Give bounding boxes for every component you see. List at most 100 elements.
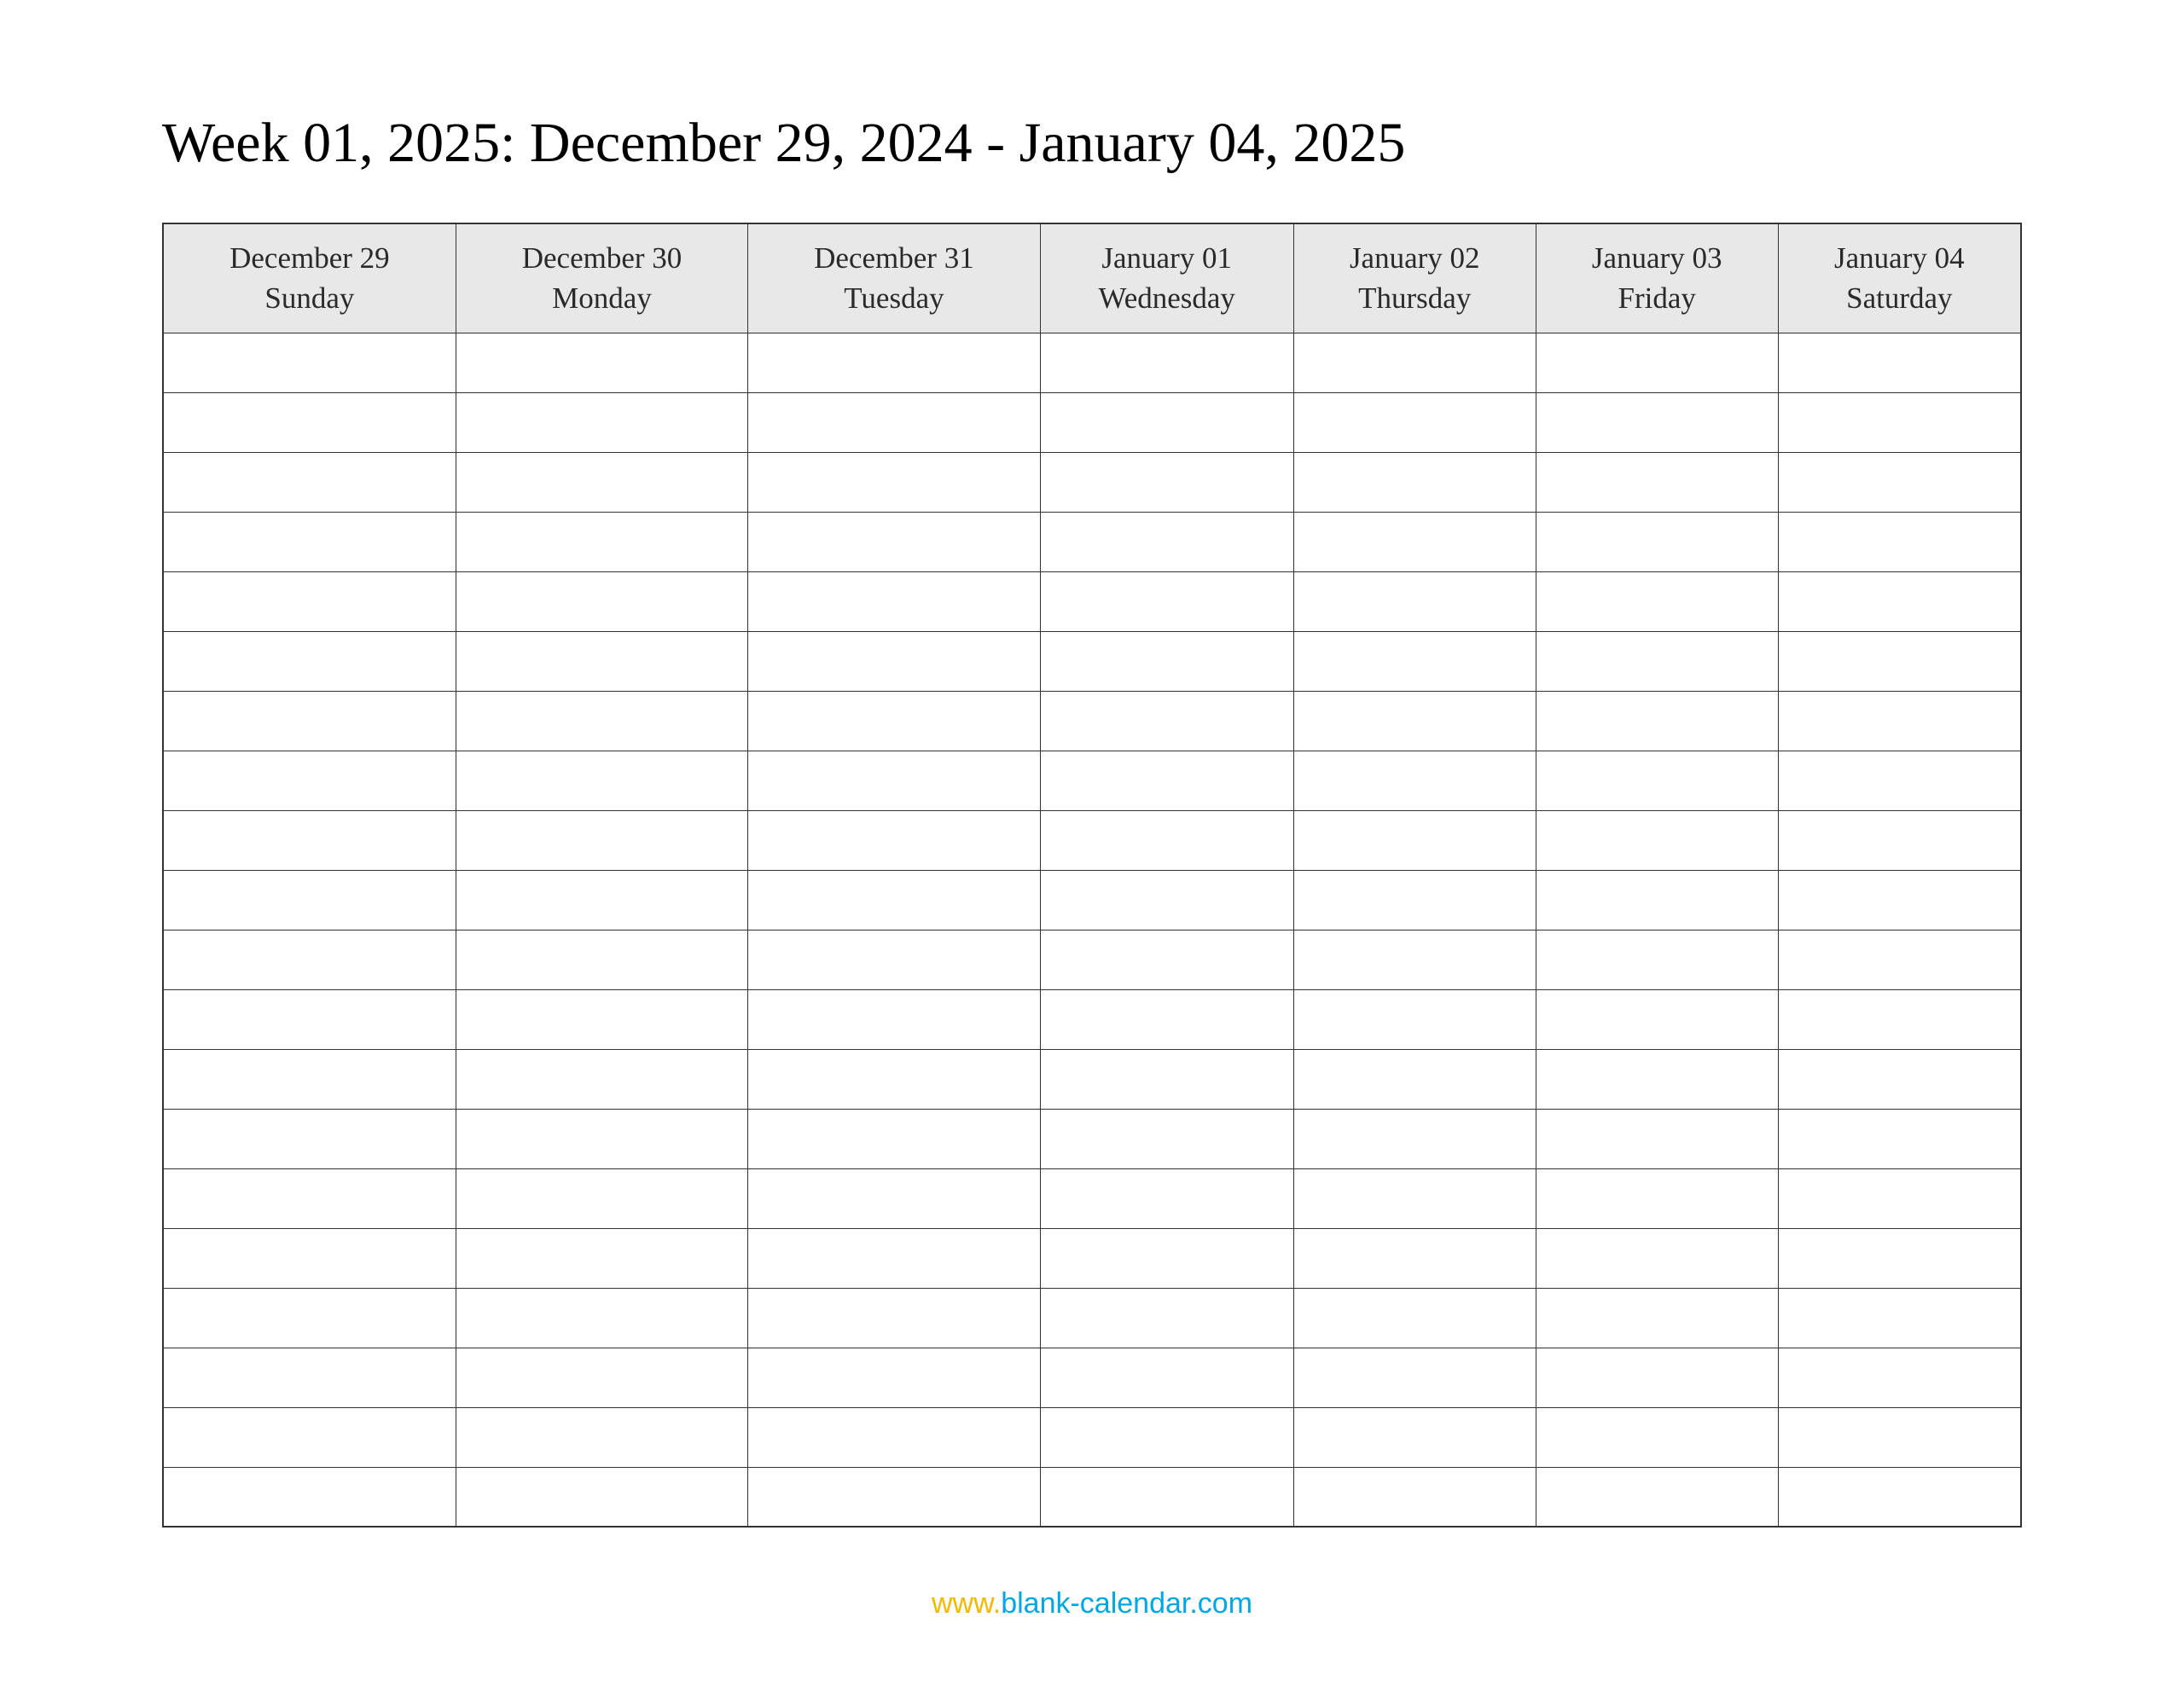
calendar-cell[interactable] (1293, 512, 1536, 571)
calendar-cell[interactable] (748, 870, 1040, 930)
calendar-cell[interactable] (1536, 1049, 1778, 1109)
calendar-cell[interactable] (1040, 512, 1293, 571)
calendar-cell[interactable] (456, 512, 747, 571)
calendar-cell[interactable] (1778, 1348, 2021, 1407)
calendar-cell[interactable] (163, 452, 456, 512)
calendar-cell[interactable] (1778, 1168, 2021, 1228)
calendar-cell[interactable] (1293, 1049, 1536, 1109)
calendar-cell[interactable] (1293, 452, 1536, 512)
calendar-cell[interactable] (1536, 571, 1778, 631)
calendar-cell[interactable] (1536, 452, 1778, 512)
calendar-cell[interactable] (748, 751, 1040, 810)
calendar-cell[interactable] (1040, 452, 1293, 512)
calendar-cell[interactable] (163, 930, 456, 989)
calendar-cell[interactable] (163, 631, 456, 691)
calendar-cell[interactable] (1536, 333, 1778, 392)
calendar-cell[interactable] (1778, 452, 2021, 512)
calendar-cell[interactable] (1778, 1407, 2021, 1467)
calendar-cell[interactable] (1778, 930, 2021, 989)
calendar-cell[interactable] (1778, 1228, 2021, 1288)
calendar-cell[interactable] (1293, 810, 1536, 870)
calendar-cell[interactable] (748, 333, 1040, 392)
calendar-cell[interactable] (1293, 1109, 1536, 1168)
calendar-cell[interactable] (163, 1467, 456, 1527)
calendar-cell[interactable] (456, 1288, 747, 1348)
calendar-cell[interactable] (1293, 1348, 1536, 1407)
calendar-cell[interactable] (456, 571, 747, 631)
calendar-cell[interactable] (1536, 1288, 1778, 1348)
calendar-cell[interactable] (1536, 631, 1778, 691)
calendar-cell[interactable] (1536, 1407, 1778, 1467)
calendar-cell[interactable] (1040, 631, 1293, 691)
calendar-cell[interactable] (1293, 1288, 1536, 1348)
calendar-cell[interactable] (1040, 1109, 1293, 1168)
calendar-cell[interactable] (1293, 751, 1536, 810)
calendar-cell[interactable] (1040, 810, 1293, 870)
calendar-cell[interactable] (163, 691, 456, 751)
calendar-cell[interactable] (1293, 870, 1536, 930)
footer-link[interactable]: www.blank-calendar.com (0, 1587, 2184, 1620)
calendar-cell[interactable] (163, 392, 456, 452)
calendar-cell[interactable] (748, 512, 1040, 571)
calendar-cell[interactable] (1778, 1467, 2021, 1527)
calendar-cell[interactable] (1040, 1228, 1293, 1288)
calendar-cell[interactable] (1293, 392, 1536, 452)
calendar-cell[interactable] (1778, 631, 2021, 691)
calendar-cell[interactable] (1040, 1288, 1293, 1348)
calendar-cell[interactable] (456, 1049, 747, 1109)
calendar-cell[interactable] (748, 989, 1040, 1049)
calendar-cell[interactable] (1778, 512, 2021, 571)
calendar-cell[interactable] (456, 989, 747, 1049)
calendar-cell[interactable] (1536, 1109, 1778, 1168)
calendar-cell[interactable] (1293, 1168, 1536, 1228)
calendar-cell[interactable] (1293, 691, 1536, 751)
calendar-cell[interactable] (748, 571, 1040, 631)
calendar-cell[interactable] (1778, 571, 2021, 631)
calendar-cell[interactable] (1536, 751, 1778, 810)
calendar-cell[interactable] (456, 1348, 747, 1407)
calendar-cell[interactable] (1536, 930, 1778, 989)
calendar-cell[interactable] (1040, 989, 1293, 1049)
calendar-cell[interactable] (1040, 1049, 1293, 1109)
calendar-cell[interactable] (163, 1109, 456, 1168)
calendar-cell[interactable] (1040, 333, 1293, 392)
calendar-cell[interactable] (163, 1228, 456, 1288)
calendar-cell[interactable] (1778, 392, 2021, 452)
calendar-cell[interactable] (748, 392, 1040, 452)
calendar-cell[interactable] (1778, 751, 2021, 810)
calendar-cell[interactable] (163, 512, 456, 571)
calendar-cell[interactable] (1536, 1348, 1778, 1407)
calendar-cell[interactable] (163, 751, 456, 810)
calendar-cell[interactable] (163, 870, 456, 930)
calendar-cell[interactable] (1778, 989, 2021, 1049)
calendar-cell[interactable] (456, 1467, 747, 1527)
calendar-cell[interactable] (163, 571, 456, 631)
calendar-cell[interactable] (1536, 1467, 1778, 1527)
calendar-cell[interactable] (1040, 392, 1293, 452)
calendar-cell[interactable] (1536, 810, 1778, 870)
calendar-cell[interactable] (1293, 571, 1536, 631)
calendar-cell[interactable] (1040, 870, 1293, 930)
calendar-cell[interactable] (163, 1407, 456, 1467)
calendar-cell[interactable] (1040, 1467, 1293, 1527)
calendar-cell[interactable] (748, 1168, 1040, 1228)
calendar-cell[interactable] (748, 1348, 1040, 1407)
calendar-cell[interactable] (1040, 691, 1293, 751)
calendar-cell[interactable] (1536, 1168, 1778, 1228)
calendar-cell[interactable] (456, 691, 747, 751)
calendar-cell[interactable] (163, 1288, 456, 1348)
calendar-cell[interactable] (456, 810, 747, 870)
calendar-cell[interactable] (748, 930, 1040, 989)
calendar-cell[interactable] (1040, 571, 1293, 631)
calendar-cell[interactable] (1040, 751, 1293, 810)
calendar-cell[interactable] (1293, 989, 1536, 1049)
calendar-cell[interactable] (1778, 870, 2021, 930)
calendar-cell[interactable] (1040, 1348, 1293, 1407)
calendar-cell[interactable] (1778, 333, 2021, 392)
calendar-cell[interactable] (748, 1228, 1040, 1288)
calendar-cell[interactable] (456, 870, 747, 930)
calendar-cell[interactable] (1293, 1467, 1536, 1527)
calendar-cell[interactable] (748, 1407, 1040, 1467)
calendar-cell[interactable] (1778, 1049, 2021, 1109)
calendar-cell[interactable] (748, 1049, 1040, 1109)
